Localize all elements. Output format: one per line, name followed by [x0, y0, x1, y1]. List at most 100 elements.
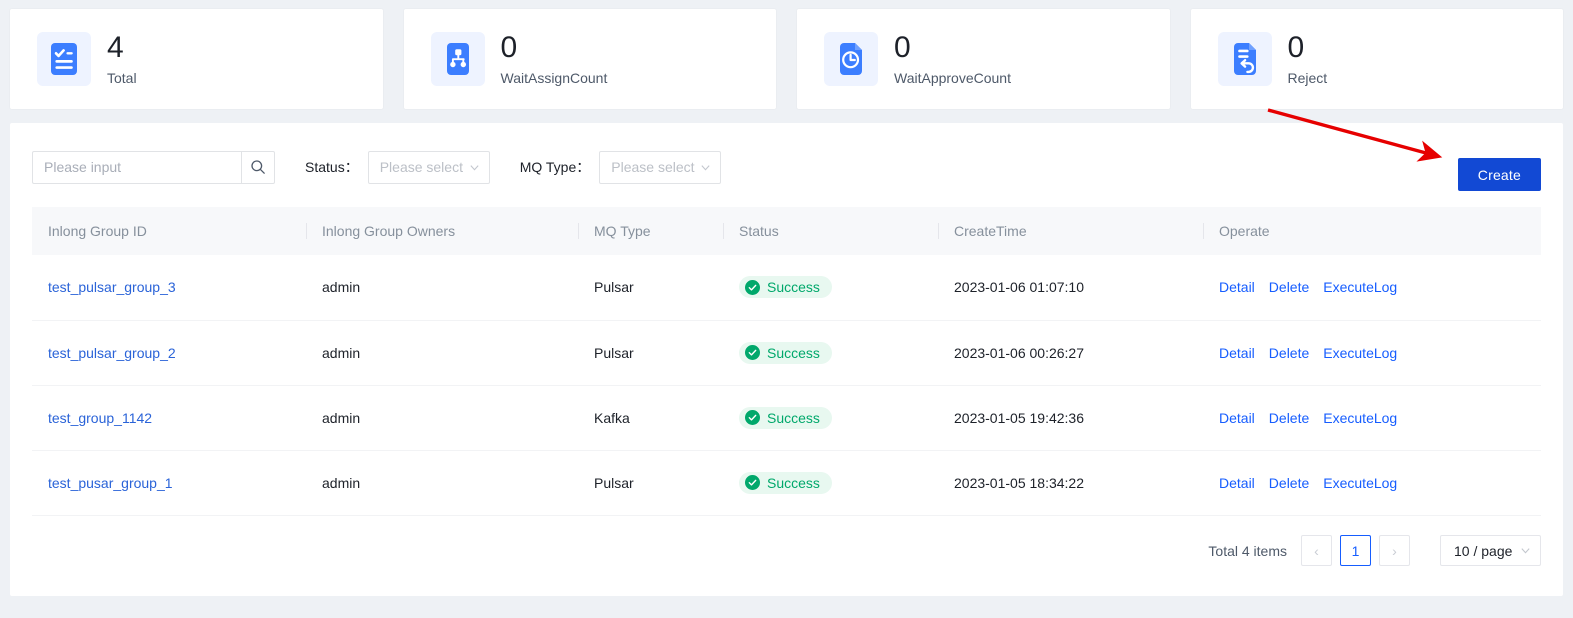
cell-create-time: 2023-01-05 18:34:22	[938, 450, 1203, 515]
detail-link[interactable]: Detail	[1219, 279, 1255, 295]
stat-label: Total	[107, 70, 137, 86]
column-header-operate: Operate	[1203, 207, 1541, 255]
page-size-value: 10 / page	[1454, 543, 1512, 559]
stat-label: WaitApproveCount	[894, 70, 1011, 86]
stat-card-total[interactable]: 4 Total	[10, 9, 383, 109]
column-header-create-time: CreateTime	[938, 207, 1203, 255]
stat-card-wait-assign[interactable]: 0 WaitAssignCount	[404, 9, 777, 109]
executelog-link[interactable]: ExecuteLog	[1323, 279, 1397, 295]
status-badge-label: Success	[767, 410, 820, 426]
main-panel: Status： Please select MQ Type： Please se…	[10, 123, 1563, 596]
detail-link[interactable]: Detail	[1219, 345, 1255, 361]
pagination: Total 4 items ‹ 1 › 10 / page	[1208, 535, 1541, 566]
pagination-total: Total 4 items	[1208, 543, 1287, 559]
column-header-status: Status	[723, 207, 938, 255]
chevron-down-icon	[1520, 545, 1531, 556]
executelog-link[interactable]: ExecuteLog	[1323, 345, 1397, 361]
inlong-group-table: Inlong Group ID Inlong Group Owners MQ T…	[32, 207, 1541, 516]
page-size-select[interactable]: 10 / page	[1440, 535, 1541, 566]
inlong-group-page: 4 Total 0 WaitAssignCount	[0, 0, 1573, 618]
cell-owners: admin	[306, 450, 578, 515]
chevron-down-icon	[469, 162, 480, 173]
cell-owners: admin	[306, 320, 578, 385]
status-filter: Status： Please select	[305, 151, 490, 184]
check-circle-icon	[745, 475, 760, 490]
cell-create-time: 2023-01-06 00:26:27	[938, 320, 1203, 385]
status-select[interactable]: Please select	[368, 151, 490, 184]
operate-links: Detail Delete ExecuteLog	[1219, 410, 1525, 426]
search-box	[32, 151, 275, 184]
search-input[interactable]	[32, 151, 241, 184]
document-undo-icon	[1218, 32, 1272, 86]
cell-create-time: 2023-01-05 19:42:36	[938, 385, 1203, 450]
stat-text: 4 Total	[107, 32, 137, 86]
table-row: test_pusar_group_1 admin Pulsar Success	[32, 450, 1541, 515]
cell-create-time: 2023-01-06 01:07:10	[938, 255, 1203, 320]
status-badge: Success	[739, 342, 832, 364]
cell-group-id: test_pulsar_group_2	[32, 320, 306, 385]
status-filter-label: Status：	[305, 157, 359, 177]
table-row: test_group_1142 admin Kafka Success	[32, 385, 1541, 450]
check-circle-icon	[745, 410, 760, 425]
cell-group-id: test_pulsar_group_3	[32, 255, 306, 320]
mq-type-filter: MQ Type： Please select	[520, 151, 722, 184]
stat-card-wait-approve[interactable]: 0 WaitApproveCount	[797, 9, 1170, 109]
group-id-link[interactable]: test_pusar_group_1	[48, 475, 173, 491]
cell-mq-type: Pulsar	[578, 450, 723, 515]
stat-text: 0 WaitApproveCount	[894, 32, 1011, 86]
pagination-next-button[interactable]: ›	[1379, 535, 1410, 566]
stat-value: 4	[107, 32, 137, 64]
cell-owners: admin	[306, 255, 578, 320]
create-button[interactable]: Create	[1458, 158, 1541, 191]
table-header-row: Inlong Group ID Inlong Group Owners MQ T…	[32, 207, 1541, 255]
group-id-link[interactable]: test_pulsar_group_3	[48, 279, 176, 295]
search-button[interactable]	[241, 151, 275, 184]
detail-link[interactable]: Detail	[1219, 475, 1255, 491]
status-badge-label: Success	[767, 279, 820, 295]
cell-group-id: test_group_1142	[32, 385, 306, 450]
cell-mq-type: Pulsar	[578, 255, 723, 320]
cell-operate: Detail Delete ExecuteLog	[1203, 255, 1541, 320]
cell-mq-type: Pulsar	[578, 320, 723, 385]
cell-operate: Detail Delete ExecuteLog	[1203, 450, 1541, 515]
operate-links: Detail Delete ExecuteLog	[1219, 279, 1525, 295]
column-header-group-owners: Inlong Group Owners	[306, 207, 578, 255]
stat-value: 0	[894, 32, 1011, 64]
cell-mq-type: Kafka	[578, 385, 723, 450]
group-id-link[interactable]: test_group_1142	[48, 410, 152, 426]
status-badge: Success	[739, 276, 832, 298]
group-id-link[interactable]: test_pulsar_group_2	[48, 345, 176, 361]
status-badge: Success	[739, 472, 832, 494]
table-body: test_pulsar_group_3 admin Pulsar Success	[32, 255, 1541, 515]
pagination-prev-button[interactable]: ‹	[1301, 535, 1332, 566]
mq-type-select[interactable]: Please select	[599, 151, 721, 184]
stat-value: 0	[501, 32, 608, 64]
detail-link[interactable]: Detail	[1219, 410, 1255, 426]
stat-value: 0	[1288, 32, 1328, 64]
executelog-link[interactable]: ExecuteLog	[1323, 410, 1397, 426]
table-row: test_pulsar_group_3 admin Pulsar Success	[32, 255, 1541, 320]
delete-link[interactable]: Delete	[1269, 410, 1309, 426]
stat-card-reject[interactable]: 0 Reject	[1191, 9, 1564, 109]
check-circle-icon	[745, 280, 760, 295]
mq-type-filter-label: MQ Type：	[520, 157, 591, 177]
delete-link[interactable]: Delete	[1269, 345, 1309, 361]
chevron-down-icon	[700, 162, 711, 173]
checklist-document-icon	[37, 32, 91, 86]
stats-row: 4 Total 0 WaitAssignCount	[0, 0, 1573, 109]
stat-label: Reject	[1288, 70, 1328, 86]
table-row: test_pulsar_group_2 admin Pulsar Success	[32, 320, 1541, 385]
cell-status: Success	[723, 320, 938, 385]
table-header: Inlong Group ID Inlong Group Owners MQ T…	[32, 207, 1541, 255]
mq-type-select-value: Please select	[611, 159, 694, 175]
cell-operate: Detail Delete ExecuteLog	[1203, 385, 1541, 450]
stat-label: WaitAssignCount	[501, 70, 608, 86]
cell-status: Success	[723, 255, 938, 320]
executelog-link[interactable]: ExecuteLog	[1323, 475, 1397, 491]
delete-link[interactable]: Delete	[1269, 279, 1309, 295]
column-header-mq-type: MQ Type	[578, 207, 723, 255]
delete-link[interactable]: Delete	[1269, 475, 1309, 491]
pagination-page-1[interactable]: 1	[1340, 535, 1371, 566]
status-badge-label: Success	[767, 475, 820, 491]
stat-text: 0 Reject	[1288, 32, 1328, 86]
